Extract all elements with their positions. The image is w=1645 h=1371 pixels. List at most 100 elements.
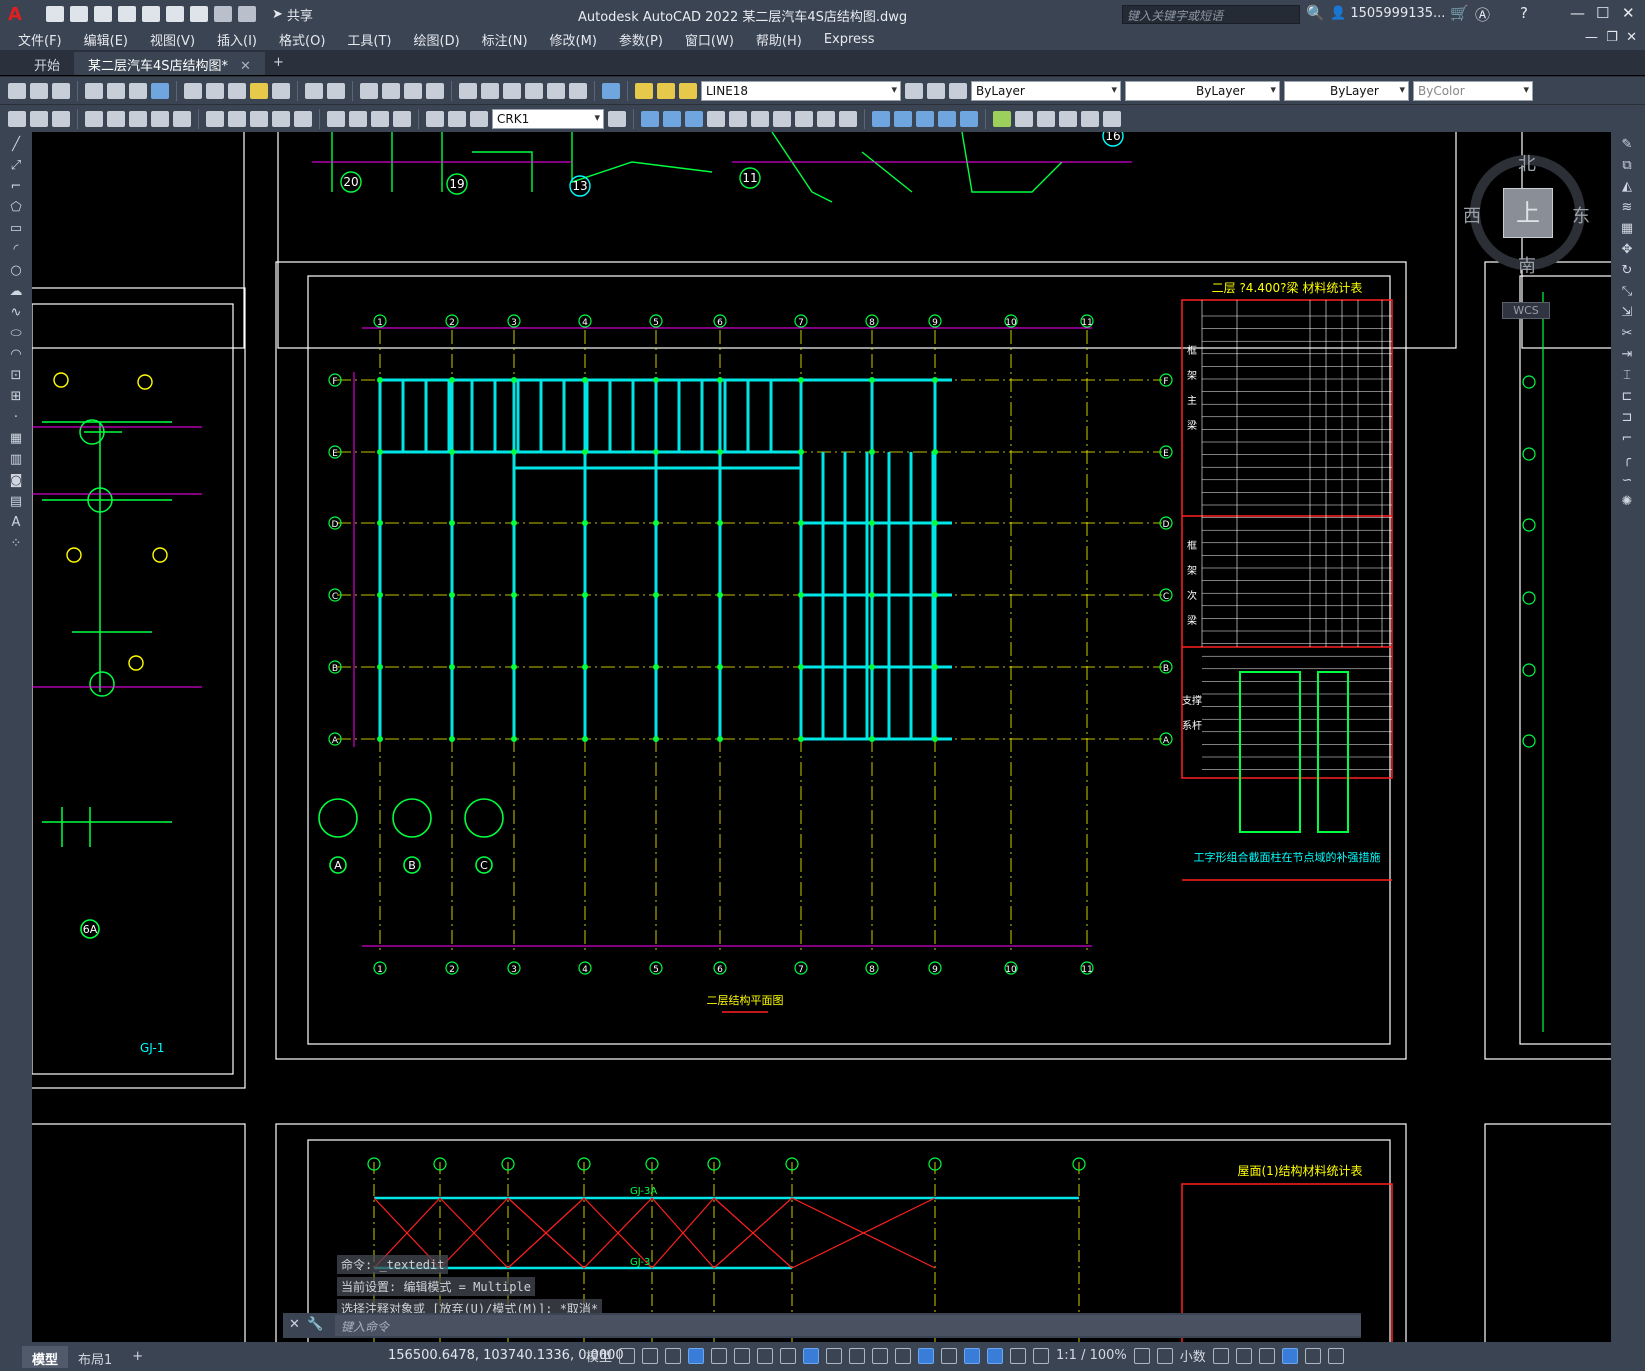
dimstyle-dropdown[interactable]: CRK1 [492,108,604,129]
dynamic-ucs-icon[interactable] [918,1347,935,1364]
angular-dim-icon[interactable] [173,110,191,127]
dim-space-icon[interactable] [272,110,290,127]
image-icon[interactable] [1081,110,1099,127]
open-web-icon[interactable] [142,6,160,22]
ortho-icon[interactable] [711,1347,728,1364]
search-input[interactable]: 键入关键字或短语 [1122,5,1300,24]
zoom-realtime-icon[interactable] [382,82,400,99]
infer-constraints-icon[interactable] [665,1347,682,1364]
zoom-window-icon[interactable] [404,82,422,99]
lineweight-icon[interactable] [826,1347,843,1364]
visual-style-realistic-icon[interactable] [916,110,934,127]
undo-icon[interactable] [305,82,323,99]
linetype-dropdown[interactable]: ByLayer [1125,80,1280,101]
save-icon[interactable] [94,6,112,22]
jogged-dim-icon[interactable] [129,110,147,127]
customization-menu-icon[interactable] [1327,1347,1344,1364]
menu-modify[interactable]: 修改(M) [550,30,597,49]
extend-icon[interactable]: ⇥ [1618,347,1636,363]
gizmo-icon[interactable] [964,1347,981,1364]
object-snap-icon[interactable] [803,1347,820,1364]
offset-icon[interactable]: ≋ [1618,200,1636,216]
aligned-dim-icon[interactable] [30,110,48,127]
compass-west[interactable]: 西 [1463,202,1481,228]
jogged-linear-icon[interactable] [393,110,411,127]
revision-cloud-icon[interactable]: ☁ [7,284,25,300]
polar-icon[interactable] [734,1347,751,1364]
viewcube[interactable]: 上 北 南 东 西 [1463,150,1590,278]
lineweight-dropdown[interactable]: ByLayer [1284,80,1409,101]
mirror-icon[interactable]: ◭ [1618,179,1636,195]
annotation-monitor-icon[interactable] [1156,1347,1173,1364]
workspace-gear-icon[interactable] [1133,1347,1150,1364]
menu-tools[interactable]: 工具(T) [347,30,391,49]
region-icon[interactable]: ◙ [7,473,25,489]
annotation-visibility-icon[interactable] [987,1347,1004,1364]
plotstyle-dropdown[interactable]: ByColor [1413,80,1533,101]
view-3d-icon[interactable] [641,110,659,127]
ellipse-arc-icon[interactable]: ◠ [7,347,25,363]
undo-icon[interactable] [214,6,232,22]
dynamic-input-icon[interactable] [688,1347,705,1364]
ucs-z-icon[interactable] [773,110,791,127]
customize-icon[interactable]: 🔧 [307,1317,323,1332]
ordinate-dim-icon[interactable] [85,110,103,127]
visual-style-hidden-icon[interactable] [894,110,912,127]
grid-icon[interactable] [619,1347,636,1364]
save-as-icon[interactable] [118,6,136,22]
join-icon[interactable]: ⊐ [1618,410,1636,426]
lock-ui-icon[interactable] [1235,1347,1252,1364]
menu-draw[interactable]: 绘图(D) [414,30,460,49]
trim-icon[interactable]: ✂ [1618,326,1636,342]
diameter-dim-icon[interactable] [151,110,169,127]
tab-model[interactable]: 模型 [22,1345,69,1368]
hardware-acceleration-icon[interactable] [1281,1347,1298,1364]
arc-dim-icon[interactable] [52,110,70,127]
baseline-dim-icon[interactable] [228,110,246,127]
menu-parametric[interactable]: 参数(P) [619,30,663,49]
ucs-view-icon[interactable] [795,110,813,127]
auto-scale-icon[interactable] [1010,1347,1027,1364]
menu-express[interactable]: Express [824,32,875,47]
add-selected-icon[interactable]: ⁘ [7,536,25,552]
spline-icon[interactable]: ∿ [7,305,25,321]
layer-previous-icon[interactable] [949,82,967,99]
redo-icon[interactable] [238,6,256,22]
center-mark-icon[interactable] [349,110,367,127]
wcs-menu[interactable]: WCS [1502,302,1550,319]
visual-style-conceptual-icon[interactable] [938,110,956,127]
compass-south[interactable]: 南 [1518,252,1536,278]
markup-icon[interactable] [547,82,565,99]
help-icon[interactable] [602,82,620,99]
tab-layout1[interactable]: 布局1 [68,1346,122,1368]
close-tab-icon[interactable]: ✕ [240,59,251,74]
autocad-logo-icon[interactable]: A [0,0,30,28]
line-icon[interactable]: ╱ [7,137,25,153]
open-file-icon[interactable] [70,6,88,22]
layer-freeze-icon[interactable] [657,82,675,99]
ellipse-icon[interactable]: ⬭ [7,326,25,342]
selection-cycling-icon[interactable] [872,1347,889,1364]
make-block-icon[interactable]: ⊞ [7,389,25,405]
layer-lock-icon[interactable] [679,82,697,99]
plot-icon[interactable] [190,6,208,22]
calculator-icon[interactable] [569,82,587,99]
menu-file[interactable]: 文件(F) [18,30,62,49]
3d-osnap-icon[interactable] [895,1347,912,1364]
erase-icon[interactable]: ✎ [1618,137,1636,153]
radius-dim-icon[interactable] [107,110,125,127]
close-command-icon[interactable]: ✕ [289,1317,300,1332]
gradient-icon[interactable]: ▥ [7,452,25,468]
add-layout-button[interactable]: + [122,1346,153,1368]
ucs-face-icon[interactable] [839,110,857,127]
menu-view[interactable]: 视图(V) [150,30,195,49]
plot-icon[interactable] [85,82,103,99]
units-dropdown[interactable]: 小数 [1180,1346,1206,1365]
hatch-icon[interactable]: ▦ [7,431,25,447]
visual-style-wire-icon[interactable] [872,110,890,127]
clean-screen-icon[interactable] [1304,1347,1321,1364]
minimize-icon[interactable]: — [1570,4,1585,22]
new-file-icon[interactable] [46,6,64,22]
pan-icon[interactable] [360,82,378,99]
linear-dim-icon[interactable] [8,110,26,127]
